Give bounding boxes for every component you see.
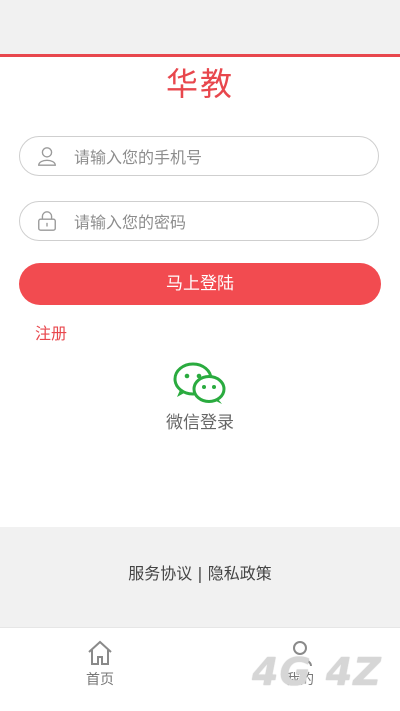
wechat-login-label[interactable]: 微信登录 bbox=[0, 408, 400, 433]
password-field[interactable] bbox=[19, 201, 379, 242]
register-link[interactable]: 注册 bbox=[35, 320, 67, 344]
phone-input[interactable] bbox=[72, 137, 366, 177]
user-icon bbox=[38, 147, 56, 166]
home-icon bbox=[88, 640, 112, 665]
tab-home-label: 首页 bbox=[86, 672, 114, 688]
tab-home[interactable]: 首页 bbox=[60, 638, 140, 689]
phone-field[interactable] bbox=[19, 136, 379, 177]
wechat-icon[interactable] bbox=[172, 362, 228, 406]
app-title: 华教 bbox=[165, 65, 234, 103]
password-input[interactable] bbox=[72, 202, 366, 242]
header-accent-line bbox=[0, 54, 400, 57]
status-bar bbox=[0, 0, 400, 54]
lock-icon bbox=[38, 211, 56, 231]
policy-links[interactable]: 服务协议 | 隐私政策 bbox=[0, 560, 400, 584]
login-button[interactable]: 马上登陆 bbox=[19, 263, 381, 305]
watermark-logo: 4G 4Z bbox=[252, 650, 382, 694]
